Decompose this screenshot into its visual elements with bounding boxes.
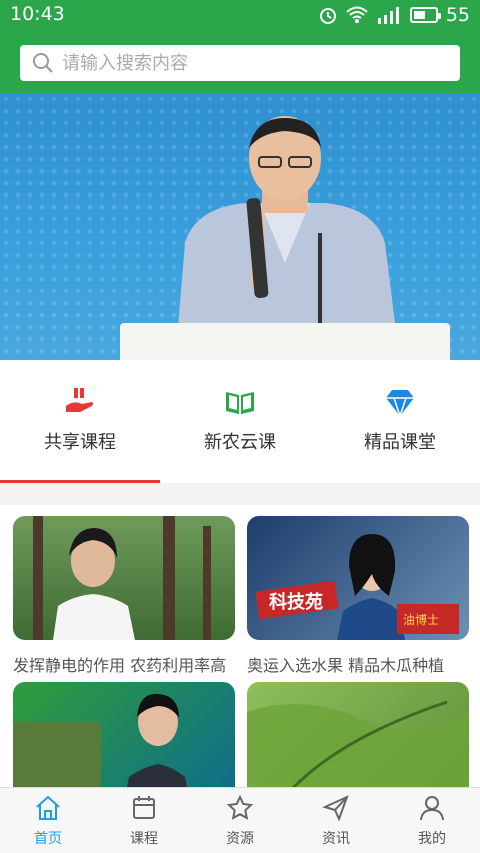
tab-label: 精品课堂	[364, 432, 436, 453]
nav-label: 课程	[130, 831, 158, 847]
star-icon	[226, 794, 254, 820]
bottom-navigation: 首页 课程 资源 资讯 我的	[0, 787, 480, 853]
app-screen: 10:43 55 请输入搜索内容 共享课程 新农云课 精品课堂 发挥静电的作用 …	[0, 0, 480, 853]
podium	[120, 323, 450, 360]
course-thumbnail	[13, 682, 235, 787]
signal-icon	[377, 7, 399, 24]
wifi-icon	[346, 6, 368, 23]
search-icon	[33, 53, 53, 73]
nav-courses[interactable]: 课程	[96, 788, 192, 853]
nav-profile[interactable]: 我的	[384, 788, 480, 853]
show-logo-text: 科技苑	[269, 591, 323, 613]
course-image	[247, 700, 469, 787]
send-icon	[322, 795, 349, 822]
course-thumbnail: 科技苑 油博士	[247, 516, 469, 640]
nav-label: 我的	[418, 831, 446, 847]
tab-label: 新农云课	[204, 432, 276, 453]
app-header: 10:43 55	[0, 0, 480, 93]
diamond-icon	[386, 390, 414, 418]
battery-percent: 55	[445, 4, 470, 26]
thumb-caption: 油博士	[403, 612, 439, 627]
status-icons: 55	[318, 4, 470, 26]
course-title: 发挥静电的作用 农药利用率高	[13, 656, 227, 675]
calendar-icon	[133, 796, 155, 819]
home-icon	[36, 795, 60, 820]
course-card[interactable]: 科技苑 油博士 奥运入选水果 精品木瓜种植	[247, 516, 469, 676]
course-image: 科技苑 油博士	[255, 534, 459, 640]
course-thumbnail	[247, 682, 469, 787]
course-card[interactable]	[247, 682, 469, 787]
search-bar[interactable]	[20, 45, 460, 81]
category-tabs: 共享课程 新农云课 精品课堂	[0, 360, 480, 483]
course-grid: 发挥静电的作用 农药利用率高 科技苑 油博士 奥运入选水果 精品木瓜种植	[0, 505, 480, 787]
tab-new-farm-cloud[interactable]: 新农云课	[160, 360, 320, 480]
course-image	[13, 693, 188, 787]
course-card[interactable]	[13, 682, 235, 787]
status-time: 10:43	[10, 3, 65, 25]
status-bar: 10:43 55	[0, 0, 480, 30]
nav-label: 资源	[226, 831, 254, 847]
open-book-icon	[226, 392, 254, 414]
battery-icon	[409, 7, 441, 23]
search-input[interactable]	[62, 52, 442, 74]
tab-shared-courses[interactable]: 共享课程	[0, 360, 160, 480]
course-image	[33, 516, 211, 640]
nav-label: 首页	[34, 831, 62, 847]
nav-resources[interactable]: 资源	[192, 788, 288, 853]
course-card[interactable]: 发挥静电的作用 农药利用率高	[13, 516, 235, 676]
active-tab-indicator	[0, 480, 160, 483]
hand-share-icon	[66, 388, 93, 412]
user-icon	[420, 796, 444, 821]
tab-premium-class[interactable]: 精品课堂	[320, 360, 480, 480]
nav-home[interactable]: 首页	[0, 788, 96, 853]
tab-label: 共享课程	[44, 432, 116, 453]
nav-label: 资讯	[322, 831, 350, 847]
alarm-icon	[319, 8, 336, 24]
course-title: 奥运入选水果 精品木瓜种植	[247, 656, 445, 675]
banner-carousel[interactable]	[0, 93, 480, 360]
nav-news[interactable]: 资讯	[288, 788, 384, 853]
course-thumbnail	[13, 516, 235, 640]
